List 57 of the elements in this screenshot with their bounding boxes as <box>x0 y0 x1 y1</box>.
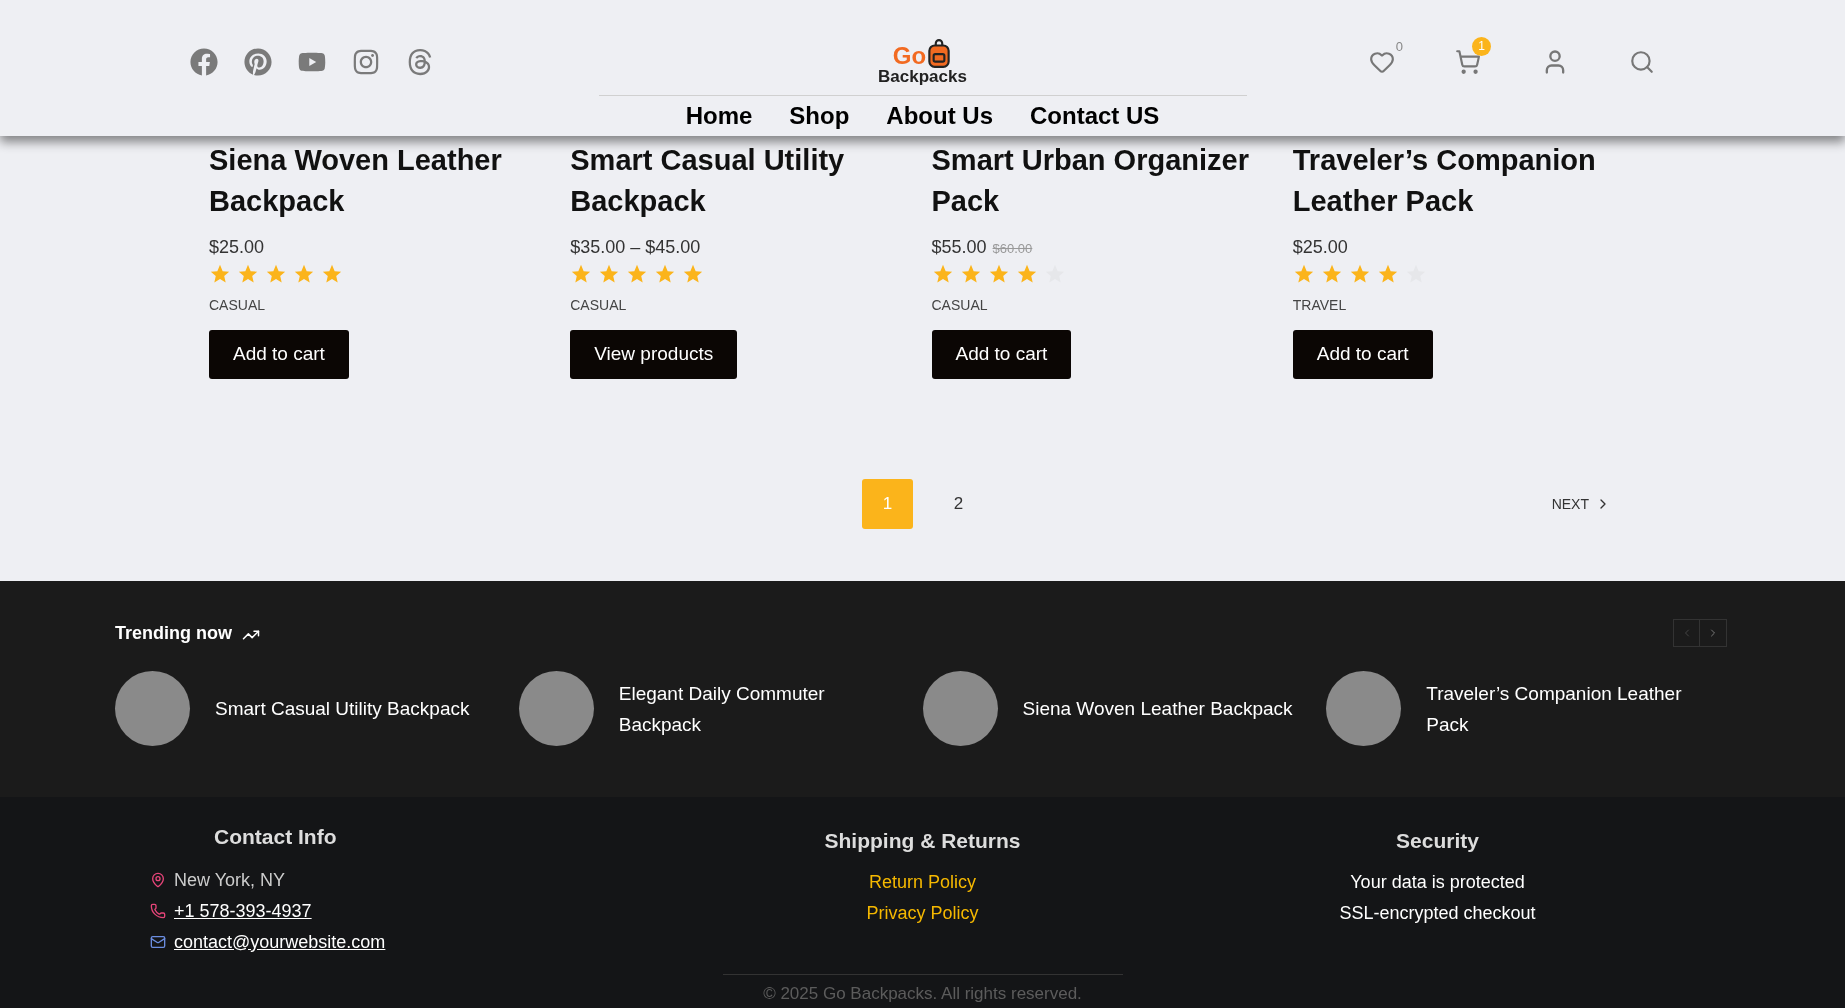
nav-link[interactable]: Shop <box>789 98 850 134</box>
product-category[interactable]: CASUAL <box>209 295 266 316</box>
footer-heading: Shipping & Returns <box>824 828 1021 854</box>
security-text: Your data is protected <box>1350 870 1525 894</box>
logo[interactable]: Go Backpacks <box>878 38 967 85</box>
star-icon <box>321 263 343 285</box>
product-category[interactable]: CASUAL <box>931 295 988 316</box>
policy-link[interactable]: Return Policy <box>868 868 976 896</box>
star-icon <box>209 263 231 285</box>
product-title[interactable]: Smart Casual Utility Backpack <box>570 140 916 222</box>
page-link[interactable]: 2 <box>933 479 984 529</box>
backpack-icon <box>926 38 953 68</box>
product-title[interactable]: Smart Urban Organizer Pack <box>931 140 1277 222</box>
footer-heading: Contact Info <box>214 824 338 850</box>
search-icon[interactable] <box>1629 48 1655 75</box>
trending-product-link[interactable]: Siena Woven Leather Backpack <box>1022 693 1313 724</box>
product-button[interactable]: Add to cart <box>209 330 349 379</box>
phone-icon <box>150 903 166 919</box>
trending-title: Trending now <box>115 621 232 645</box>
email-icon <box>150 934 166 950</box>
product-category[interactable]: CASUAL <box>570 295 627 316</box>
product-title[interactable]: Traveler’s Companion Leather Pack <box>1292 140 1638 222</box>
product-category[interactable]: TRAVEL <box>1292 295 1347 316</box>
star-icon <box>237 263 259 285</box>
trending-product-link[interactable]: Traveler’s Companion Leather Pack <box>1426 677 1717 740</box>
product-button[interactable]: View products <box>570 330 738 379</box>
star-icon <box>265 263 287 285</box>
product-price: $25.00 <box>209 236 265 259</box>
location-text: New York, NY <box>174 868 286 892</box>
pinterest-icon[interactable] <box>244 47 272 76</box>
next-page-link[interactable]: NEXT <box>1551 493 1611 515</box>
location-pin-icon <box>150 872 166 888</box>
nav-link[interactable]: Home <box>685 98 753 134</box>
product-price: $55.00 <box>931 236 987 259</box>
facebook-icon[interactable] <box>190 47 218 76</box>
copyright-text: © 2025 Go Backpacks. All rights reserved. <box>763 982 1082 1005</box>
star-icon <box>293 263 315 285</box>
instagram-icon[interactable] <box>352 47 380 76</box>
trending-product-link[interactable]: Smart Casual Utility Backpack <box>215 693 505 724</box>
security-text: SSL-encrypted checkout <box>1339 901 1536 925</box>
old-price: $60.00 <box>992 240 1033 258</box>
trending-product-link[interactable]: Elegant Daily Commuter Backpack <box>618 677 909 740</box>
cart-count-badge: 1 <box>1472 36 1491 56</box>
policy-link[interactable]: Privacy Policy <box>866 899 979 927</box>
cart-icon[interactable] <box>1455 48 1481 75</box>
product-button[interactable]: Add to cart <box>1292 330 1433 379</box>
nav-link[interactable]: Contact US <box>1030 98 1160 134</box>
product-price: $25.00 <box>1292 236 1348 259</box>
product-button[interactable]: Add to cart <box>931 330 1072 379</box>
product-title[interactable]: Siena Woven Leather Backpack <box>209 140 554 222</box>
footer-heading: Security <box>1396 828 1479 854</box>
nav-link[interactable]: About Us <box>886 98 993 134</box>
email-link[interactable]: contact@yourwebsite.com <box>174 928 386 956</box>
threads-icon[interactable] <box>406 47 434 76</box>
phone-link[interactable]: +1 578-393-4937 <box>174 897 312 925</box>
wishlist-count: 0 <box>1395 37 1403 56</box>
product-price: $35.00 – $45.00 <box>570 236 701 259</box>
